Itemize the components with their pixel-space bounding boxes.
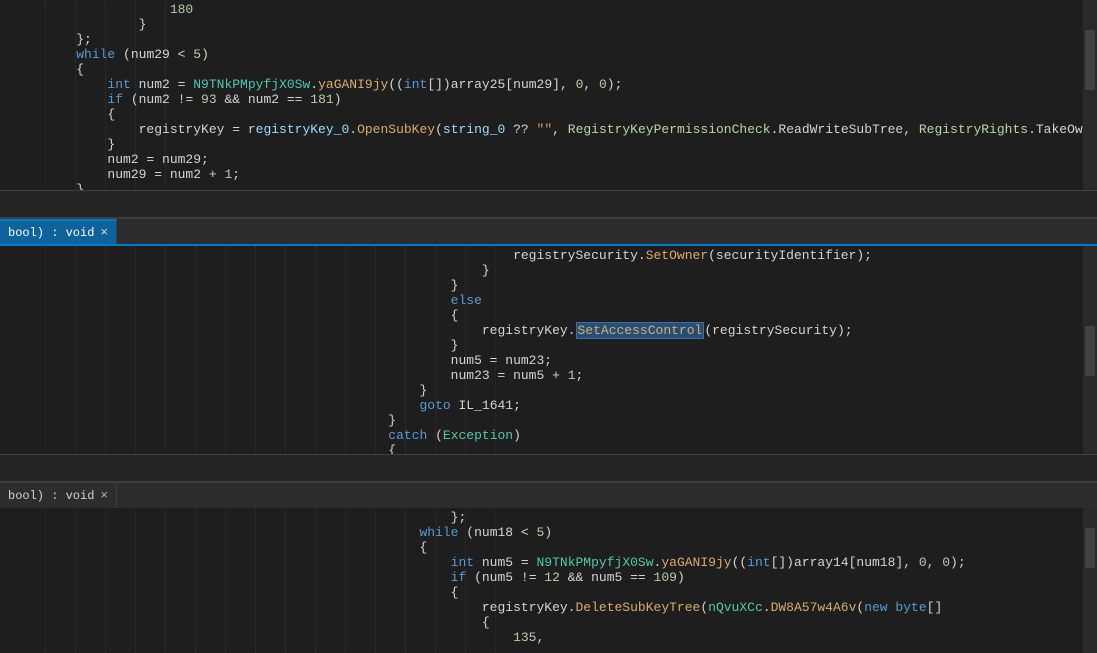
code-line[interactable]: } [0,338,1097,353]
code-line[interactable]: registrySecurity.SetOwner(securityIdenti… [0,248,1097,263]
tab-bar-2: bool) : void × [0,218,1097,244]
code-pane-3: bool) : void × }; while (num18 < 5) [0,482,1097,653]
code-line[interactable]: num23 = num5 + 1; [0,368,1097,383]
code-line[interactable]: registryKey.SetAccessControl(registrySec… [0,323,1097,338]
code-line[interactable]: { [0,62,1097,77]
close-icon[interactable]: × [100,488,108,503]
code-line[interactable]: } [0,278,1097,293]
close-icon[interactable]: × [100,225,108,240]
code-line[interactable]: while (num29 < 5) [0,47,1097,62]
code-editor-2[interactable]: registrySecurity.SetOwner(securityIdenti… [0,244,1097,454]
tab-bool-void[interactable]: bool) : void × [0,483,117,508]
code-editor-1[interactable]: 180 } }; while (num29 < 5) { int num2 = … [0,0,1097,190]
scrollbar-vertical[interactable] [1083,0,1097,190]
code-line[interactable]: catch (Exception) [0,428,1097,443]
code-line[interactable]: if (num5 != 12 && num5 == 109) [0,570,1097,585]
scroll-thumb[interactable] [1085,30,1095,90]
code-line[interactable]: registryKey = registryKey_0.OpenSubKey(s… [0,122,1097,137]
code-line[interactable]: } [0,182,1097,190]
code-pane-2: bool) : void × registrySecurity.SetOwner… [0,218,1097,454]
code-line[interactable]: } [0,17,1097,32]
code-line[interactable]: }; [0,510,1097,525]
code-line[interactable]: if (num2 != 93 && num2 == 181) [0,92,1097,107]
code-line[interactable]: int num2 = N9TNkPMpyfjX0Sw.yaGANI9jy((in… [0,77,1097,92]
code-line[interactable]: else [0,293,1097,308]
code-line[interactable]: int num5 = N9TNkPMpyfjX0Sw.yaGANI9jy((in… [0,555,1097,570]
tab-label: bool) : void [8,226,94,240]
code-line[interactable]: { [0,443,1097,454]
code-line[interactable]: { [0,615,1097,630]
scroll-thumb[interactable] [1085,528,1095,568]
code-line[interactable]: num2 = num29; [0,152,1097,167]
code-line[interactable]: { [0,308,1097,323]
code-line[interactable]: 135, [0,630,1097,645]
code-line[interactable]: }; [0,32,1097,47]
tab-bar-3: bool) : void × [0,482,1097,508]
code-line[interactable]: num5 = num23; [0,353,1097,368]
code-line[interactable]: } [0,263,1097,278]
tab-label: bool) : void [8,489,94,503]
code-pane-1: 180 } }; while (num29 < 5) { int num2 = … [0,0,1097,190]
pane-divider[interactable] [0,190,1097,218]
code-line[interactable]: registryKey.DeleteSubKeyTree(nQvuXCc.DW8… [0,600,1097,615]
scrollbar-vertical[interactable] [1083,508,1097,653]
code-line[interactable]: } [0,137,1097,152]
code-line[interactable]: } [0,383,1097,398]
pane-divider[interactable] [0,454,1097,482]
code-line[interactable]: goto IL_1641; [0,398,1097,413]
code-line[interactable]: { [0,585,1097,600]
code-editor-3[interactable]: }; while (num18 < 5) { int num5 = N9TNkP… [0,508,1097,653]
code-line[interactable]: { [0,107,1097,122]
code-line[interactable]: } [0,413,1097,428]
code-line[interactable]: num29 = num2 + 1; [0,167,1097,182]
code-line[interactable]: 180 [0,2,1097,17]
tab-bool-void-active[interactable]: bool) : void × [0,219,117,244]
code-line[interactable]: while (num18 < 5) [0,525,1097,540]
scroll-thumb[interactable] [1085,326,1095,376]
code-line[interactable]: { [0,540,1097,555]
scrollbar-vertical[interactable] [1083,246,1097,454]
